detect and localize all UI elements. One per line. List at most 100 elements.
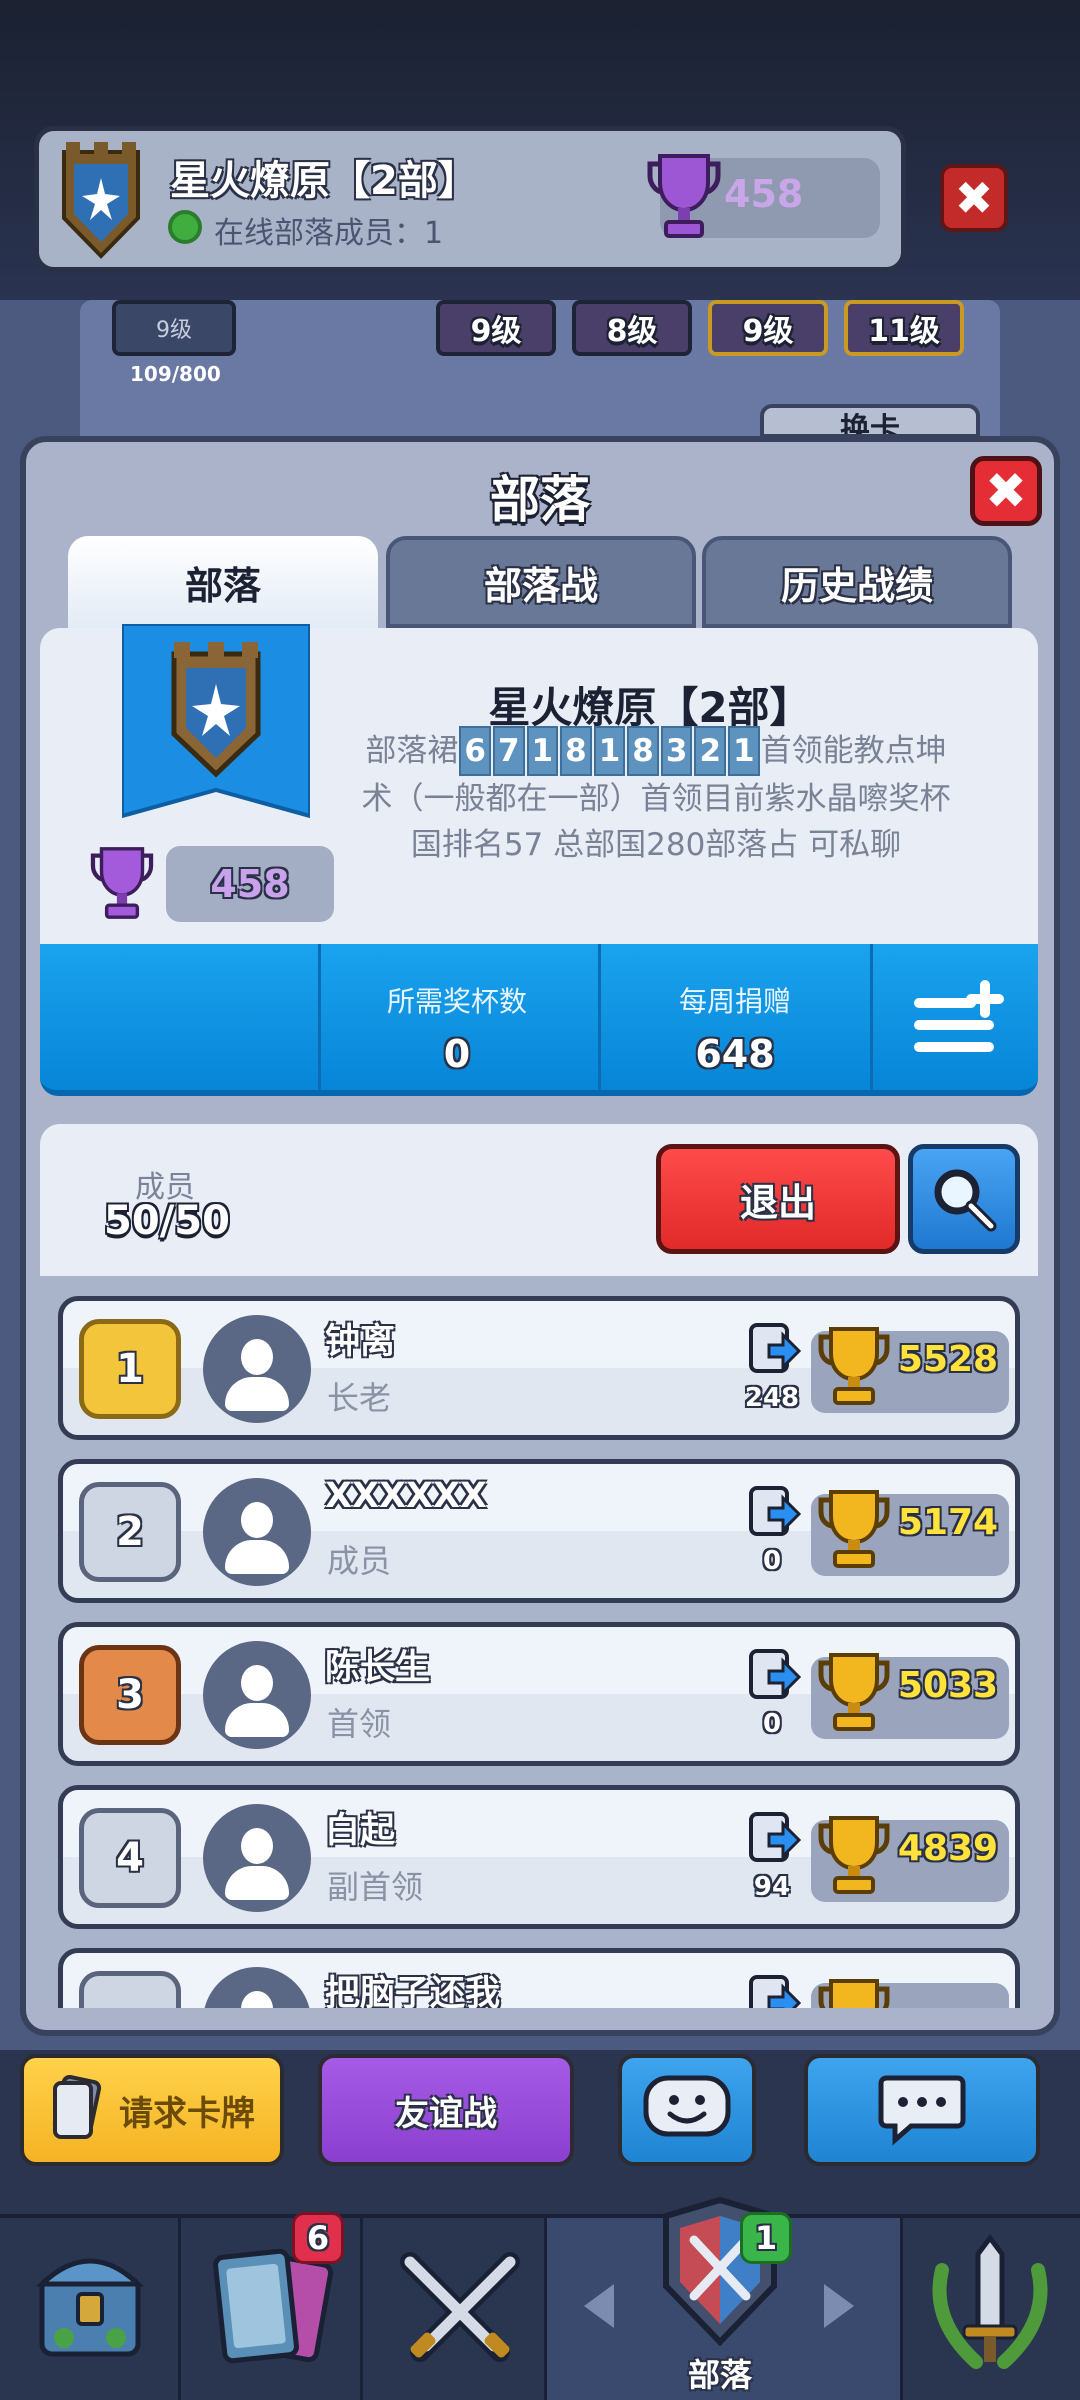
- member-row[interactable]: 1 钟离 长老 248 5528: [58, 1296, 1020, 1440]
- friendly-battle-button[interactable]: 友谊战: [318, 2054, 574, 2166]
- nav-divider: [544, 2218, 547, 2400]
- close-icon: ✖: [985, 462, 1027, 520]
- donation-count: 0: [762, 1709, 782, 1739]
- card-icon: [52, 2075, 102, 2139]
- weekly-donations-label: 每周捐赠: [678, 985, 791, 1018]
- donation-count: 248: [744, 1383, 800, 1413]
- member-name: 钟离: [325, 1322, 396, 1362]
- description-digit: 8: [627, 726, 659, 776]
- bottom-nav: [0, 2214, 1080, 2400]
- description-digit: 8: [560, 726, 592, 776]
- rank-badge: 4: [79, 1808, 181, 1908]
- trophy-icon: [818, 1653, 890, 1731]
- description-digit: 1: [728, 726, 760, 776]
- rank-badge: 2: [79, 1482, 181, 1582]
- chat-icon: [878, 2075, 966, 2146]
- rank-badge: 3: [79, 1645, 181, 1745]
- trophy-icon: [818, 1490, 890, 1568]
- clan-trophy-count: 458: [724, 172, 804, 216]
- chest-icon[interactable]: [34, 2238, 146, 2368]
- member-trophies: 5174: [897, 1502, 999, 1543]
- nav-divider: [360, 2218, 363, 2400]
- request-cards-label: 请求卡牌: [119, 2093, 255, 2134]
- member-role: 成员: [327, 1542, 392, 1580]
- member-row[interactable]: 3 陈长生 首领 0 5033: [58, 1622, 1020, 1766]
- background-level-tile: 9级: [708, 300, 828, 356]
- stats-divider: [318, 944, 321, 1090]
- chat-button[interactable]: [804, 2054, 1040, 2166]
- member-name: XXXXXX: [325, 1476, 487, 1516]
- avatar-icon: [203, 1478, 311, 1586]
- member-row[interactable]: 4 白起 副首领 94 4839: [58, 1785, 1020, 1929]
- rank-badge: [79, 1971, 181, 2008]
- trophy-icon: [818, 1979, 890, 2008]
- background-button: 换卡: [760, 404, 980, 438]
- close-icon: ✖: [954, 171, 994, 225]
- modal-title: 部落: [490, 471, 590, 529]
- nav-divider: [178, 2218, 181, 2400]
- events-icon[interactable]: [920, 2230, 1060, 2380]
- member-role: 长老: [327, 1379, 392, 1417]
- avatar-icon: [203, 1967, 311, 2008]
- avatar-icon: [203, 1315, 311, 1423]
- donation-icon: [749, 1649, 801, 1699]
- modal-close-button[interactable]: ✖: [970, 456, 1042, 526]
- background-level-tile: 9级: [436, 300, 556, 356]
- clan-badge: 1: [740, 2212, 792, 2264]
- tab-history[interactable]: 历史战绩: [702, 536, 1012, 628]
- nav-clan-label: 部落: [687, 2356, 752, 2394]
- clan-trophy-count: 458: [166, 846, 334, 922]
- search-icon: [934, 1169, 997, 1232]
- required-trophies-value: 0: [443, 1032, 471, 1076]
- battle-icon[interactable]: [390, 2242, 530, 2372]
- tab-clan[interactable]: 部落: [68, 536, 378, 628]
- trophy-icon: [818, 1816, 890, 1894]
- description-digit: 3: [660, 726, 693, 776]
- clan-description: 部落裙 6 7 1 8 1 8 3 2 1 首领能教点坤术（一般都在一部）首领目前紫水晶嚓奖杯 国排…: [356, 726, 956, 868]
- donation-count: 0: [762, 1546, 782, 1576]
- trophy-icon: [818, 1327, 890, 1405]
- member-role: 首领: [327, 1705, 392, 1743]
- trophy-icon: [647, 154, 721, 238]
- emote-button[interactable]: [618, 2054, 756, 2166]
- header-close-button[interactable]: ✖: [940, 164, 1008, 232]
- donation-icon: [749, 1323, 801, 1373]
- clan-badge-icon: [62, 142, 140, 259]
- nav-prev-arrow[interactable]: [584, 2284, 614, 2328]
- description-prefix: 部落裙: [365, 733, 459, 769]
- tab-clan-war[interactable]: 部落战: [386, 536, 696, 628]
- donation-icon: [749, 1975, 801, 2008]
- weekly-donations-value: 648: [695, 1032, 775, 1076]
- description-digit: 1: [593, 726, 626, 776]
- nav-next-arrow[interactable]: [824, 2284, 854, 2328]
- background-level-tile: 11级: [844, 300, 964, 356]
- avatar-icon: [203, 1804, 311, 1912]
- list-add-icon[interactable]: [910, 976, 1014, 1060]
- donation-count: 94: [753, 1872, 791, 1902]
- member-trophies: 5033: [897, 1665, 999, 1706]
- stats-divider: [870, 944, 873, 1090]
- avatar-icon: [203, 1641, 311, 1749]
- background-level-tile: 9级: [112, 300, 236, 356]
- leave-clan-button[interactable]: 退出: [656, 1144, 900, 1254]
- description-digit: 1: [526, 726, 559, 776]
- member-name: 把脑子还我: [325, 1974, 501, 2008]
- member-trophies: 4839: [897, 1828, 999, 1869]
- member-trophies: 5528: [897, 1339, 999, 1380]
- member-list[interactable]: 1 钟离 长老 248 5528 2 XXXXXX 成员 0 5174 3 陈长…: [40, 1276, 1038, 2008]
- description-digit: 2: [694, 726, 727, 776]
- request-cards-button[interactable]: 请求卡牌: [20, 2054, 284, 2166]
- required-trophies-label: 所需奖杯数: [386, 985, 527, 1018]
- background-progress: 109/800: [130, 362, 221, 386]
- nav-divider: [900, 2218, 903, 2400]
- member-row[interactable]: 2 XXXXXX 成员 0 5174: [58, 1459, 1020, 1603]
- member-row[interactable]: 把脑子还我: [58, 1948, 1020, 2008]
- clan-banner-icon: [122, 624, 310, 819]
- member-name: 白起: [325, 1811, 396, 1851]
- clan-name: 星火燎原【2部】: [170, 158, 478, 204]
- donation-icon: [749, 1486, 801, 1536]
- description-digit: 7: [492, 726, 525, 776]
- search-button[interactable]: [908, 1144, 1020, 1254]
- members-count: 50/50: [104, 1198, 230, 1244]
- description-digit: 6: [459, 726, 491, 776]
